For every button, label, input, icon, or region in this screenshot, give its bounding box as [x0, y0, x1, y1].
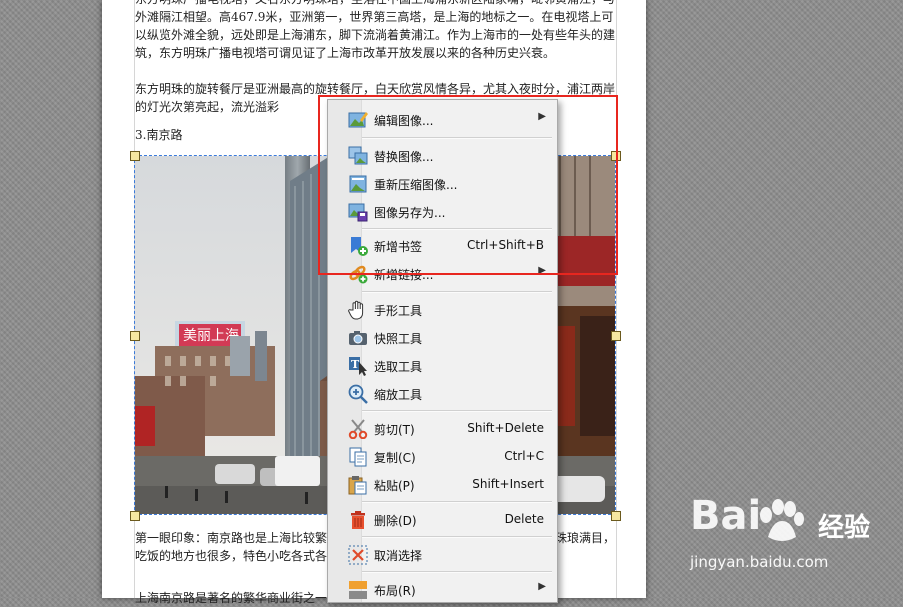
scissors-icon	[348, 419, 368, 439]
menu-separator	[362, 410, 552, 412]
menu-separator	[362, 571, 552, 573]
resize-handle-mid-left[interactable]	[130, 331, 140, 341]
deselect-icon	[348, 545, 368, 565]
menu-item-snapshot-tool[interactable]: 快照工具	[328, 323, 557, 351]
menu-item-delete[interactable]: 删除(D) Delete	[328, 505, 557, 533]
paragraph-oriental-pearl: 东方明珠广播电视塔，又名东方明珠塔，坐落在中国上海浦东新区陆家嘴，毗邻黄浦江，与…	[135, 0, 616, 60]
baidu-jingyan-watermark: Bai 经验 jingyan.baidu.com	[690, 493, 870, 571]
menu-item-paste[interactable]: 粘贴(P) Shift+Insert	[328, 470, 557, 498]
section-heading: 3.南京路	[135, 128, 183, 142]
menu-item-copy[interactable]: 复制(C) Ctrl+C	[328, 442, 557, 470]
menu-item-zoom-tool[interactable]: 缩放工具	[328, 379, 557, 407]
layout-icon	[349, 581, 367, 599]
menu-separator	[362, 291, 552, 293]
paste-icon	[348, 476, 367, 495]
menu-item-select-tool[interactable]: T 选取工具	[328, 351, 557, 379]
menu-separator	[362, 501, 552, 503]
menu-separator	[362, 536, 552, 538]
trash-icon	[351, 511, 365, 529]
watermark-brand: 经验	[818, 513, 871, 543]
watermark-logo: Bai	[690, 493, 762, 539]
zoom-tool-icon	[348, 384, 368, 404]
paw-icon	[760, 499, 804, 541]
resize-handle-bottom-left[interactable]	[130, 511, 140, 521]
watermark-url: jingyan.baidu.com	[690, 553, 829, 571]
resize-handle-top-left[interactable]	[130, 151, 140, 161]
svg-text:T: T	[351, 358, 360, 371]
annotation-highlight-box	[318, 95, 618, 275]
hand-tool-icon	[348, 300, 364, 320]
menu-item-cut[interactable]: 剪切(T) Shift+Delete	[328, 414, 557, 442]
menu-item-layout[interactable]: 布局(R) ▶	[328, 575, 557, 603]
resize-handle-bottom-right[interactable]	[611, 511, 621, 521]
resize-handle-mid-right[interactable]	[611, 331, 621, 341]
submenu-arrow-icon: ▶	[538, 581, 546, 592]
select-tool-icon: T	[349, 357, 367, 376]
snapshot-tool-icon	[349, 331, 367, 345]
copy-icon	[349, 447, 367, 467]
menu-item-hand-tool[interactable]: 手形工具	[328, 295, 557, 323]
menu-item-deselect[interactable]: 取消选择	[328, 540, 557, 568]
